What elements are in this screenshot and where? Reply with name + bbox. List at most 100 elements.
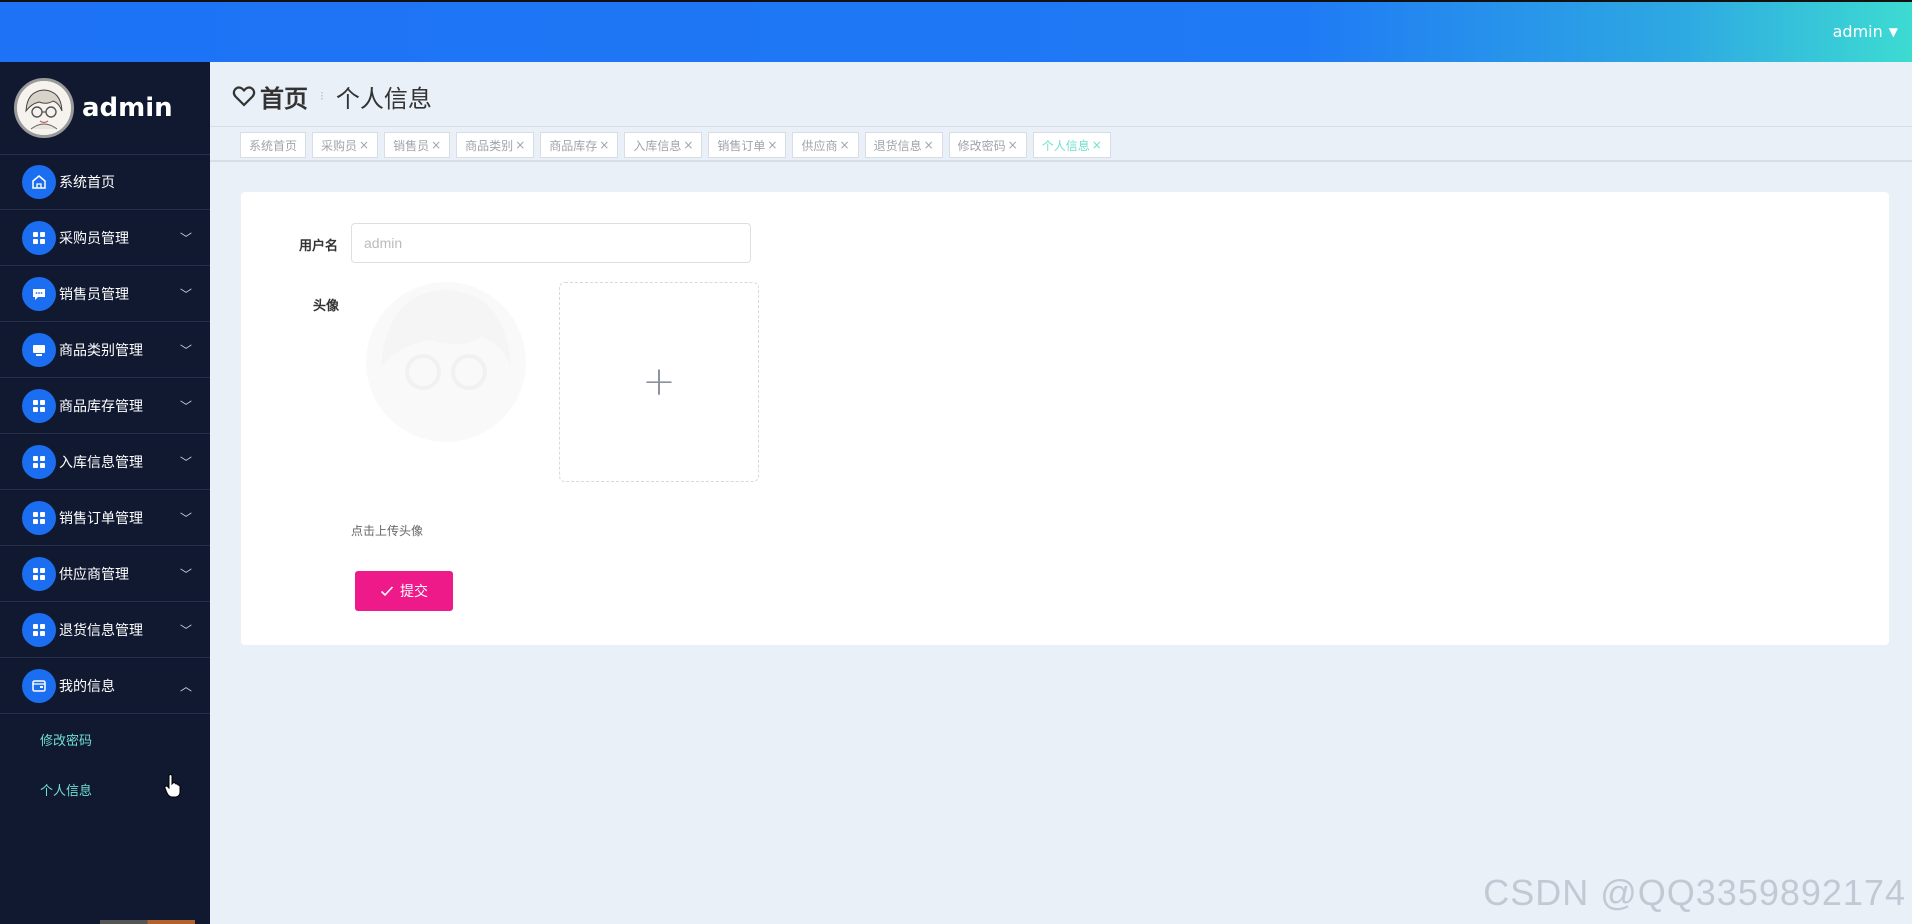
sidebar-item-category[interactable]: 商品类别管理 ﹀ xyxy=(0,322,210,378)
user-menu-username: admin xyxy=(1832,22,1883,41)
top-navbar: admin ▼ xyxy=(0,0,1912,62)
avatar xyxy=(14,78,74,138)
my-info-submenu: 修改密码 个人信息 xyxy=(0,714,210,814)
sidebar-item-sales-order[interactable]: 销售订单管理 ﹀ xyxy=(0,490,210,546)
submit-button-label: 提交 xyxy=(400,583,428,599)
sidebar-item-label: 商品类别管理 xyxy=(59,342,143,359)
sidebar-item-label: 销售员管理 xyxy=(59,286,129,303)
sidebar-item-label: 供应商管理 xyxy=(59,566,129,583)
tag-label: 销售员 xyxy=(393,138,430,153)
avatar-preview-image xyxy=(366,282,526,442)
tag-system-home[interactable]: 系统首页 xyxy=(240,132,307,158)
sidebar-item-home[interactable]: 系统首页 xyxy=(0,155,210,210)
sidebar-username: admin xyxy=(82,93,173,123)
tags-list: 系统首页 采购员 × 销售员 × 商品类别 × 商品库存 × 入库信息 × 销售… xyxy=(240,132,1111,158)
breadcrumb-separator: ⁝ xyxy=(320,89,324,103)
wallet-icon xyxy=(22,668,56,703)
close-icon[interactable]: × xyxy=(515,138,525,152)
close-icon[interactable]: × xyxy=(1092,138,1102,152)
tag-category[interactable]: 商品类别 × xyxy=(456,132,535,158)
breadcrumb-home-label: 首页 xyxy=(260,84,308,113)
tag-inventory[interactable]: 商品库存 × xyxy=(540,132,619,158)
avatar-upload-box[interactable]: + xyxy=(559,282,759,482)
tag-label: 入库信息 xyxy=(633,138,682,153)
sidebar-menu: 系统首页 采购员管理 ﹀ 销售员管理 ﹀ 商品类别管理 ﹀ 商品库存管理 ﹀ 入… xyxy=(0,155,210,714)
sidebar-item-stock-in[interactable]: 入库信息管理 ﹀ xyxy=(0,434,210,490)
close-icon[interactable]: × xyxy=(840,138,850,152)
heart-icon xyxy=(232,86,256,107)
chevron-down-icon: ﹀ xyxy=(179,567,192,581)
profile-form-card: 用户名 头像 + 点击上传头像 提交 xyxy=(241,192,1889,645)
sidebar-item-supplier[interactable]: 供应商管理 ﹀ xyxy=(0,546,210,602)
close-icon[interactable]: × xyxy=(431,138,441,152)
chevron-down-icon: ﹀ xyxy=(179,231,192,245)
sidebar-header: admin xyxy=(0,62,210,155)
tag-label: 销售订单 xyxy=(717,138,766,153)
hand-cursor-icon xyxy=(164,774,181,798)
breadcrumb-home[interactable]: 首页 xyxy=(232,79,308,114)
sidebar-item-label: 我的信息 xyxy=(59,678,115,695)
breadcrumb: 首页 ⁝ 个人信息 xyxy=(232,78,432,114)
check-icon xyxy=(380,586,394,597)
tag-salesperson[interactable]: 销售员 × xyxy=(384,132,451,158)
submit-button[interactable]: 提交 xyxy=(355,571,453,611)
chevron-down-icon: ﹀ xyxy=(179,511,192,525)
close-icon[interactable]: × xyxy=(359,138,369,152)
avatar-illustration-icon xyxy=(17,81,71,135)
breadcrumb-current: 个人信息 xyxy=(335,84,432,113)
tag-label: 退货信息 xyxy=(873,138,922,153)
close-icon[interactable]: × xyxy=(683,138,693,152)
user-menu-dropdown[interactable]: admin ▼ xyxy=(1833,22,1898,41)
tags-view-bar: 系统首页 采购员 × 销售员 × 商品类别 × 商品库存 × 入库信息 × 销售… xyxy=(210,126,1912,162)
chevron-down-icon: ﹀ xyxy=(179,343,192,357)
grid-icon xyxy=(22,556,56,591)
avatar-label: 头像 xyxy=(313,299,340,314)
tag-sales-order[interactable]: 销售订单 × xyxy=(708,132,787,158)
tag-personal-info[interactable]: 个人信息 × xyxy=(1032,132,1111,158)
taskbar-strip xyxy=(100,920,195,924)
plus-icon: + xyxy=(642,359,676,405)
sidebar-item-label: 销售订单管理 xyxy=(59,510,143,527)
sidebar-item-label: 入库信息管理 xyxy=(59,454,143,471)
sidebar-item-label: 系统首页 xyxy=(59,175,115,191)
chevron-down-icon: ﹀ xyxy=(179,399,192,413)
close-icon[interactable]: × xyxy=(924,138,934,152)
tag-purchaser[interactable]: 采购员 × xyxy=(312,132,379,158)
username-input[interactable] xyxy=(351,223,751,263)
monitor-icon xyxy=(22,332,56,367)
sidebar-item-salesperson[interactable]: 销售员管理 ﹀ xyxy=(0,266,210,322)
close-icon[interactable]: × xyxy=(767,138,777,152)
submenu-item-label: 修改密码 xyxy=(40,733,93,749)
tag-stock-in[interactable]: 入库信息 × xyxy=(624,132,703,158)
tag-supplier[interactable]: 供应商 × xyxy=(792,132,859,158)
sidebar-item-my-info[interactable]: 我的信息 ︿ xyxy=(0,658,210,714)
sidebar-item-label: 退货信息管理 xyxy=(59,622,143,639)
tag-label: 系统首页 xyxy=(249,138,298,153)
tag-change-password[interactable]: 修改密码 × xyxy=(948,132,1027,158)
tag-label: 个人信息 xyxy=(1041,138,1090,153)
home-icon xyxy=(22,165,56,199)
tag-label: 商品类别 xyxy=(465,138,514,153)
close-icon[interactable]: × xyxy=(1008,138,1018,152)
tag-label: 采购员 xyxy=(321,138,358,153)
tag-label: 修改密码 xyxy=(957,138,1006,153)
tag-label: 供应商 xyxy=(801,138,838,153)
tag-returns[interactable]: 退货信息 × xyxy=(864,132,943,158)
sidebar-item-label: 商品库存管理 xyxy=(59,398,143,415)
tag-label: 商品库存 xyxy=(549,138,598,153)
close-icon[interactable]: × xyxy=(599,138,609,152)
sidebar-item-inventory[interactable]: 商品库存管理 ﹀ xyxy=(0,378,210,434)
chevron-down-icon: ﹀ xyxy=(179,287,192,301)
upload-tip: 点击上传头像 xyxy=(351,524,424,538)
grid-icon xyxy=(22,388,56,423)
chevron-down-icon: ﹀ xyxy=(179,455,192,469)
grid-icon xyxy=(22,220,56,255)
sidebar-item-returns[interactable]: 退货信息管理 ﹀ xyxy=(0,602,210,658)
chat-icon xyxy=(22,276,56,311)
sidebar-item-label: 采购员管理 xyxy=(59,230,129,247)
submenu-item-change-password[interactable]: 修改密码 xyxy=(0,714,210,764)
watermark: CSDN @QQ3359892174 xyxy=(1483,872,1906,913)
username-label: 用户名 xyxy=(299,239,339,254)
sidebar-item-purchaser[interactable]: 采购员管理 ﹀ xyxy=(0,210,210,266)
submenu-item-label: 个人信息 xyxy=(40,783,93,799)
